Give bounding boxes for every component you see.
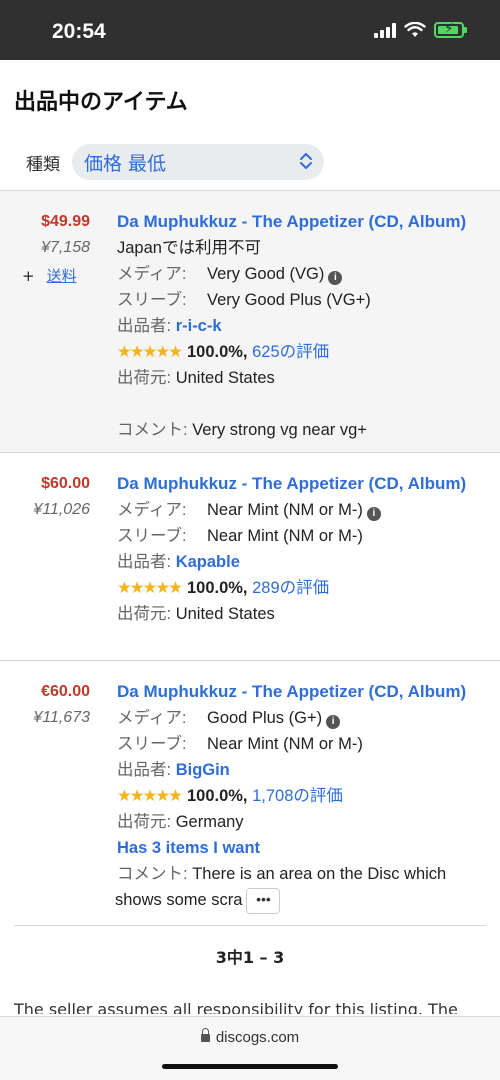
star-rating-icon: ★★★★★ bbox=[117, 579, 183, 597]
rating-count-link[interactable]: 1,708の評価 bbox=[252, 787, 343, 805]
star-rating-icon: ★★★★★ bbox=[117, 343, 183, 361]
listing-item: $49.99 ¥7,158 + 送料 Da Muphukkuz - The App… bbox=[0, 190, 500, 452]
listing-item: $60.00 ¥11,026 Da Muphukkuz - The Appeti… bbox=[0, 452, 500, 660]
media-label: メディア: bbox=[117, 265, 187, 283]
price: $60.00 bbox=[41, 475, 90, 492]
listing-info: Da Muphukkuz - The Appetizer (CD, Album)… bbox=[115, 679, 495, 914]
url-text: discogs.com bbox=[215, 1029, 300, 1046]
shipping: + 送料 bbox=[22, 265, 77, 286]
sort-label: 種類 bbox=[26, 154, 60, 175]
star-rating-icon: ★★★★★ bbox=[117, 787, 183, 805]
rating-percent: 100.0%, bbox=[186, 579, 248, 597]
comment-text: Very strong vg near vg+ bbox=[192, 421, 367, 439]
browser-url-bar[interactable]: discogs.com bbox=[0, 1016, 500, 1080]
ships-from: Germany bbox=[175, 813, 244, 831]
pagination-summary: 3中1 – 3 bbox=[215, 948, 285, 967]
sort-row: 種類 価格 最低 bbox=[26, 144, 324, 180]
status-time: 20:54 bbox=[52, 20, 106, 43]
shipping-link[interactable]: 送料 bbox=[47, 267, 77, 285]
ships-from-label: 出荷元: bbox=[117, 369, 172, 387]
lock-icon bbox=[200, 1028, 210, 1042]
sleeve-condition: Near Mint (NM or M-) bbox=[207, 527, 363, 545]
divider bbox=[14, 925, 486, 926]
listing-info: Da Muphukkuz - The Appetizer (CD, Album)… bbox=[117, 209, 495, 443]
wifi-icon bbox=[404, 22, 426, 37]
seller-label: 出品者: bbox=[117, 553, 172, 571]
battery-charging-icon: ⚡ bbox=[434, 21, 467, 38]
sleeve-label: スリーブ: bbox=[117, 527, 187, 545]
comment-text-line2: shows some scra bbox=[115, 891, 243, 909]
info-icon[interactable]: i bbox=[326, 715, 341, 729]
listing-info: Da Muphukkuz - The Appetizer (CD, Album)… bbox=[117, 471, 495, 627]
media-label: メディア: bbox=[117, 501, 187, 519]
availability: Japanでは利用不可 bbox=[117, 239, 261, 257]
media-condition: Very Good (VG) bbox=[207, 265, 325, 283]
rating-count-link[interactable]: 289の評価 bbox=[252, 579, 329, 597]
wantlist-link[interactable]: Has 3 items I want bbox=[117, 839, 260, 857]
rating-count-link[interactable]: 625の評価 bbox=[252, 343, 329, 361]
listing-item: €60.00 ¥11,673 Da Muphukkuz - The Appeti… bbox=[0, 660, 500, 925]
status-icons: ⚡ bbox=[374, 21, 467, 38]
sort-select[interactable]: 価格 最低 bbox=[72, 144, 324, 180]
price-column: $49.99 ¥7,158 bbox=[0, 191, 112, 257]
info-icon[interactable]: i bbox=[328, 271, 343, 285]
comment-label: コメント: bbox=[117, 421, 188, 439]
seller-name-link[interactable]: r-i-c-k bbox=[176, 317, 222, 335]
rating-percent: 100.0%, bbox=[186, 343, 248, 361]
page-title: 出品中のアイテム bbox=[14, 90, 188, 115]
sort-value: 価格 最低 bbox=[84, 152, 167, 175]
seller-name-link[interactable]: BigGin bbox=[176, 761, 230, 779]
comment-label: コメント: bbox=[117, 865, 188, 883]
media-condition: Near Mint (NM or M-) bbox=[207, 501, 363, 519]
shipping-plus: + bbox=[22, 267, 35, 285]
chevron-up-down-icon bbox=[300, 153, 312, 169]
media-label: メディア: bbox=[117, 709, 187, 727]
ships-from: United States bbox=[175, 369, 275, 387]
ships-from-label: 出荷元: bbox=[117, 605, 172, 623]
disclaimer-text: The seller assumes all responsibility fo… bbox=[14, 1000, 458, 1014]
comment-text-line1: There is an area on the Disc which bbox=[192, 865, 447, 883]
price-column: $60.00 ¥11,026 bbox=[0, 453, 112, 519]
sleeve-condition: Very Good Plus (VG+) bbox=[207, 291, 371, 309]
url-display[interactable]: discogs.com bbox=[0, 1028, 500, 1046]
sleeve-label: スリーブ: bbox=[117, 735, 187, 753]
price: $49.99 bbox=[41, 213, 90, 230]
home-indicator[interactable] bbox=[162, 1064, 338, 1069]
seller-name-link[interactable]: Kapable bbox=[176, 553, 240, 571]
seller-label: 出品者: bbox=[117, 761, 172, 779]
release-title-link[interactable]: Da Muphukkuz - The Appetizer (CD, Album) bbox=[117, 474, 466, 493]
sleeve-label: スリーブ: bbox=[117, 291, 187, 309]
listings: $49.99 ¥7,158 + 送料 Da Muphukkuz - The App… bbox=[0, 190, 500, 925]
signal-icon bbox=[374, 22, 396, 38]
price-converted: ¥11,026 bbox=[33, 501, 90, 518]
price: €60.00 bbox=[41, 683, 90, 700]
price-column: €60.00 ¥11,673 bbox=[0, 661, 112, 727]
sleeve-condition: Near Mint (NM or M-) bbox=[207, 735, 363, 753]
release-title-link[interactable]: Da Muphukkuz - The Appetizer (CD, Album) bbox=[117, 212, 466, 231]
seller-label: 出品者: bbox=[117, 317, 172, 335]
status-bar: 20:54 ⚡ bbox=[0, 0, 500, 60]
ships-from-label: 出荷元: bbox=[117, 813, 172, 831]
price-converted: ¥7,158 bbox=[41, 239, 90, 256]
info-icon[interactable]: i bbox=[366, 507, 381, 521]
expand-comment-button[interactable]: ••• bbox=[246, 887, 281, 914]
media-condition: Good Plus (G+) bbox=[207, 709, 323, 727]
ships-from: United States bbox=[175, 605, 275, 623]
price-converted: ¥11,673 bbox=[33, 709, 90, 726]
rating-percent: 100.0%, bbox=[186, 787, 248, 805]
release-title-link[interactable]: Da Muphukkuz - The Appetizer (CD, Album) bbox=[117, 682, 466, 701]
